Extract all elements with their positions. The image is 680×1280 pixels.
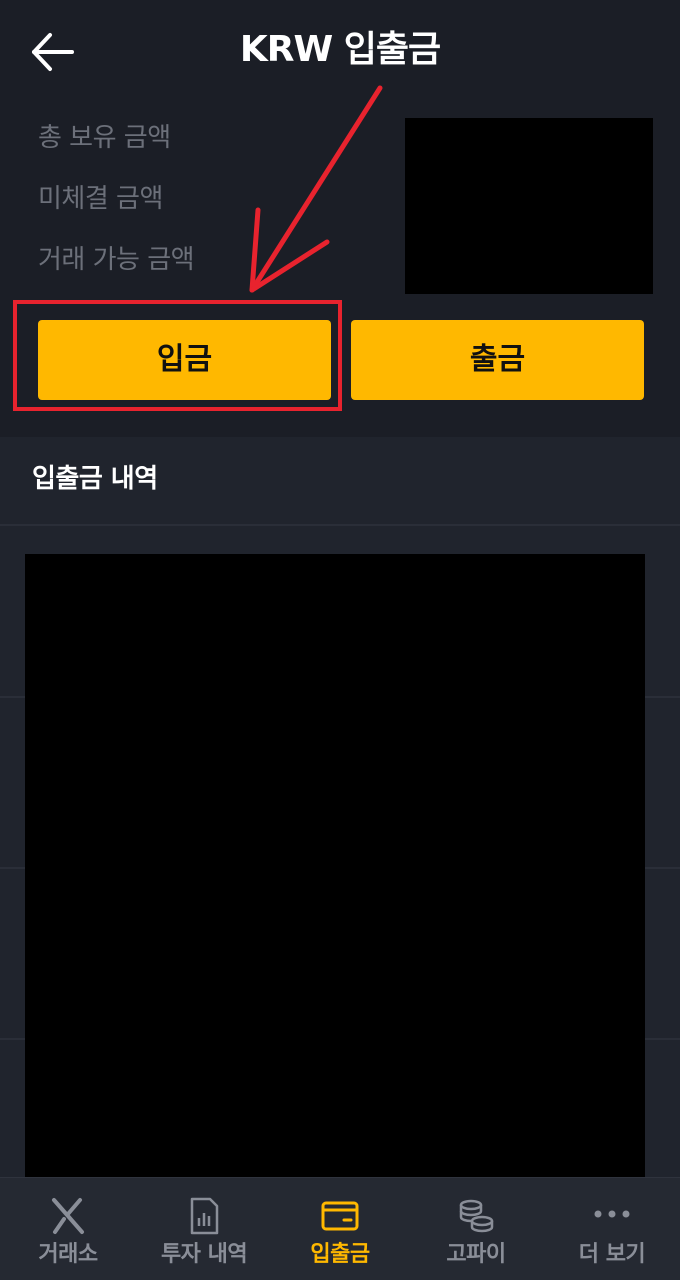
annotation-highlight-box <box>13 300 342 411</box>
history-section: 입출금 내역 <box>0 437 680 1179</box>
tab-investment-history[interactable]: 투자 내역 <box>136 1178 272 1280</box>
redacted-history-list <box>25 554 645 1179</box>
report-chart-icon <box>190 1197 219 1235</box>
tab-label: 거래소 <box>38 1242 98 1267</box>
history-title: 입출금 내역 <box>32 464 158 494</box>
available-amount-label: 거래 가능 금액 <box>38 245 195 275</box>
wallet-icon <box>321 1201 359 1231</box>
withdraw-button[interactable]: 출금 <box>351 320 644 400</box>
coins-stack-icon <box>459 1199 494 1233</box>
divider <box>0 524 680 526</box>
tab-label: 더 보기 <box>578 1242 646 1267</box>
tab-deposit-withdraw[interactable]: 입출금 <box>272 1178 408 1280</box>
unfilled-amount-label: 미체결 금액 <box>38 184 163 214</box>
total-holdings-label: 총 보유 금액 <box>38 123 171 153</box>
redacted-balance-values <box>405 118 653 294</box>
tab-label: 입출금 <box>310 1242 370 1267</box>
bottom-tab-bar: 거래소 투자 내역 입출금 고파이 더 보기 <box>0 1177 680 1280</box>
more-dots-icon <box>594 1210 630 1218</box>
tab-more[interactable]: 더 보기 <box>544 1178 680 1280</box>
page-title: KRW 입출금 <box>239 29 441 70</box>
exchange-x-icon <box>52 1198 84 1234</box>
tab-label: 투자 내역 <box>160 1242 248 1267</box>
tab-exchange[interactable]: 거래소 <box>0 1178 136 1280</box>
tab-label: 고파이 <box>446 1242 506 1267</box>
tab-gopax-gofi[interactable]: 고파이 <box>408 1178 544 1280</box>
app-header: KRW 입출금 <box>0 0 680 100</box>
